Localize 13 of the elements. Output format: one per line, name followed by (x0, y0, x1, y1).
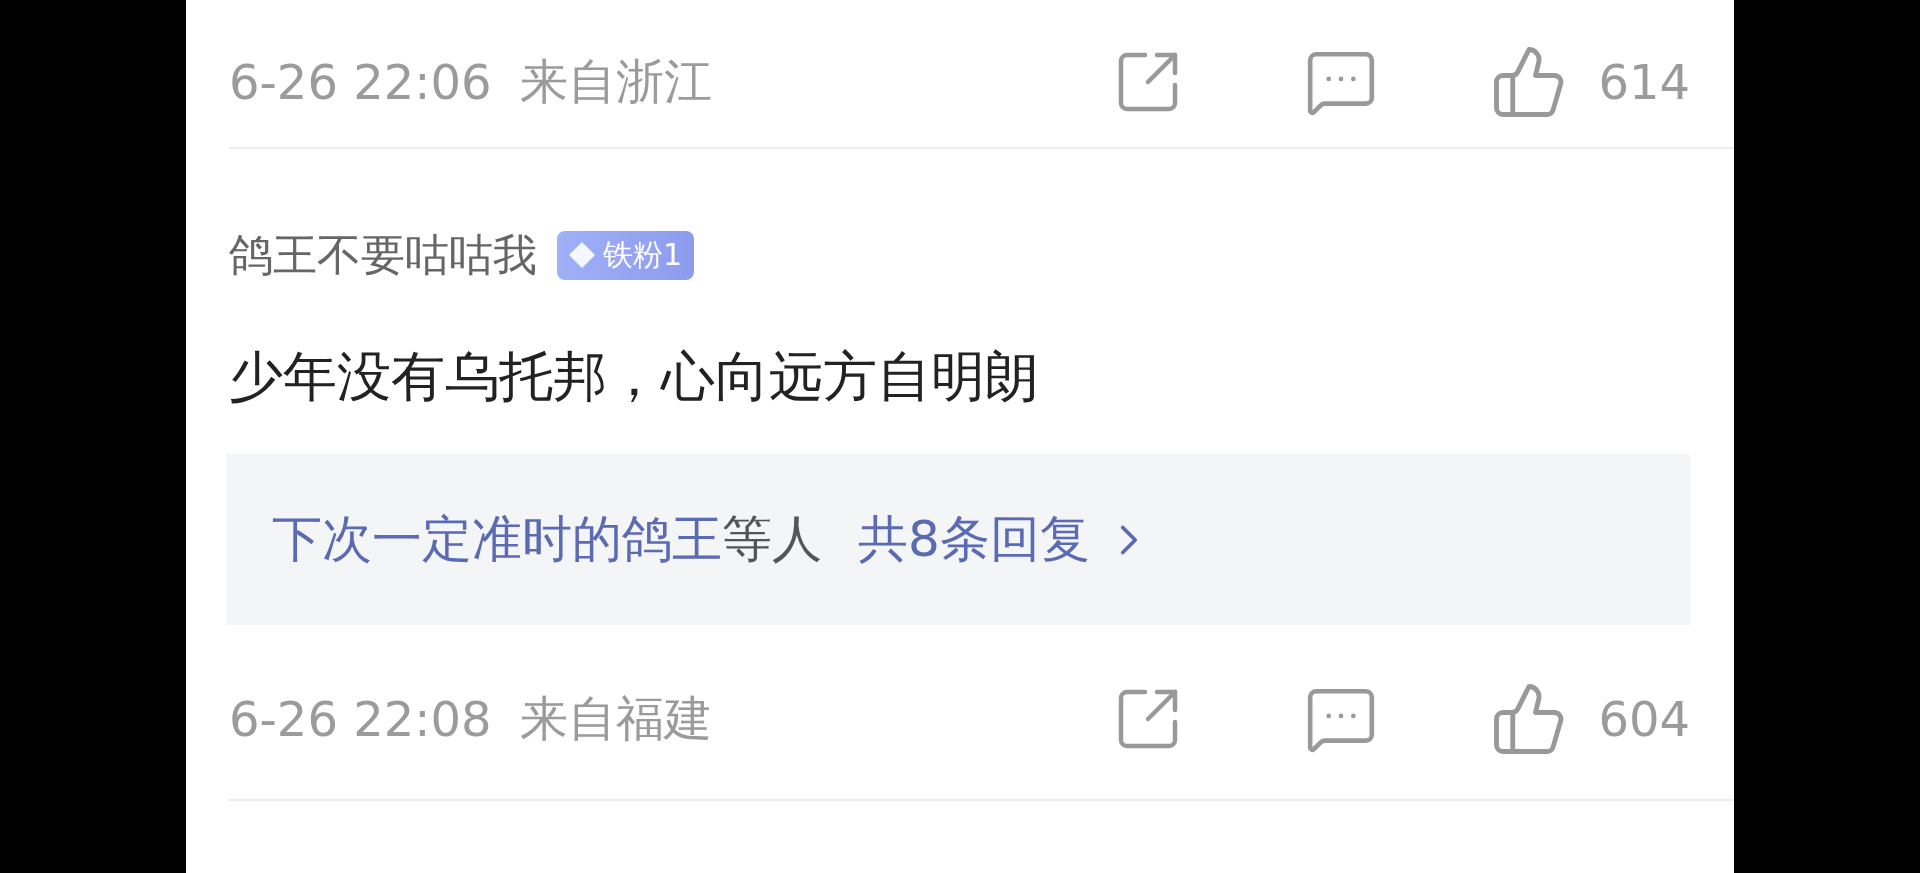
username[interactable]: 鸽王不要咕咕我 (229, 225, 537, 285)
comment-time: 6-26 22:08 (229, 691, 492, 747)
like-count: 614 (1598, 54, 1690, 110)
comment-text: 少年没有乌托邦，心向远方自明朗 (229, 344, 1040, 410)
diamond-icon (567, 240, 597, 270)
comment-location: 来自福建 (519, 689, 712, 748)
reply-user-link[interactable]: 下次一定准时的鸽王 (272, 506, 722, 573)
reply-count-link[interactable]: 共8条回复 (858, 506, 1090, 573)
comment-time: 6-26 22:06 (229, 54, 492, 110)
badge-label: 铁粉1 (603, 235, 683, 274)
like-count: 604 (1598, 691, 1690, 747)
reply-suffix: 等人 (722, 509, 822, 570)
comment-location: 来自浙江 (519, 52, 712, 111)
